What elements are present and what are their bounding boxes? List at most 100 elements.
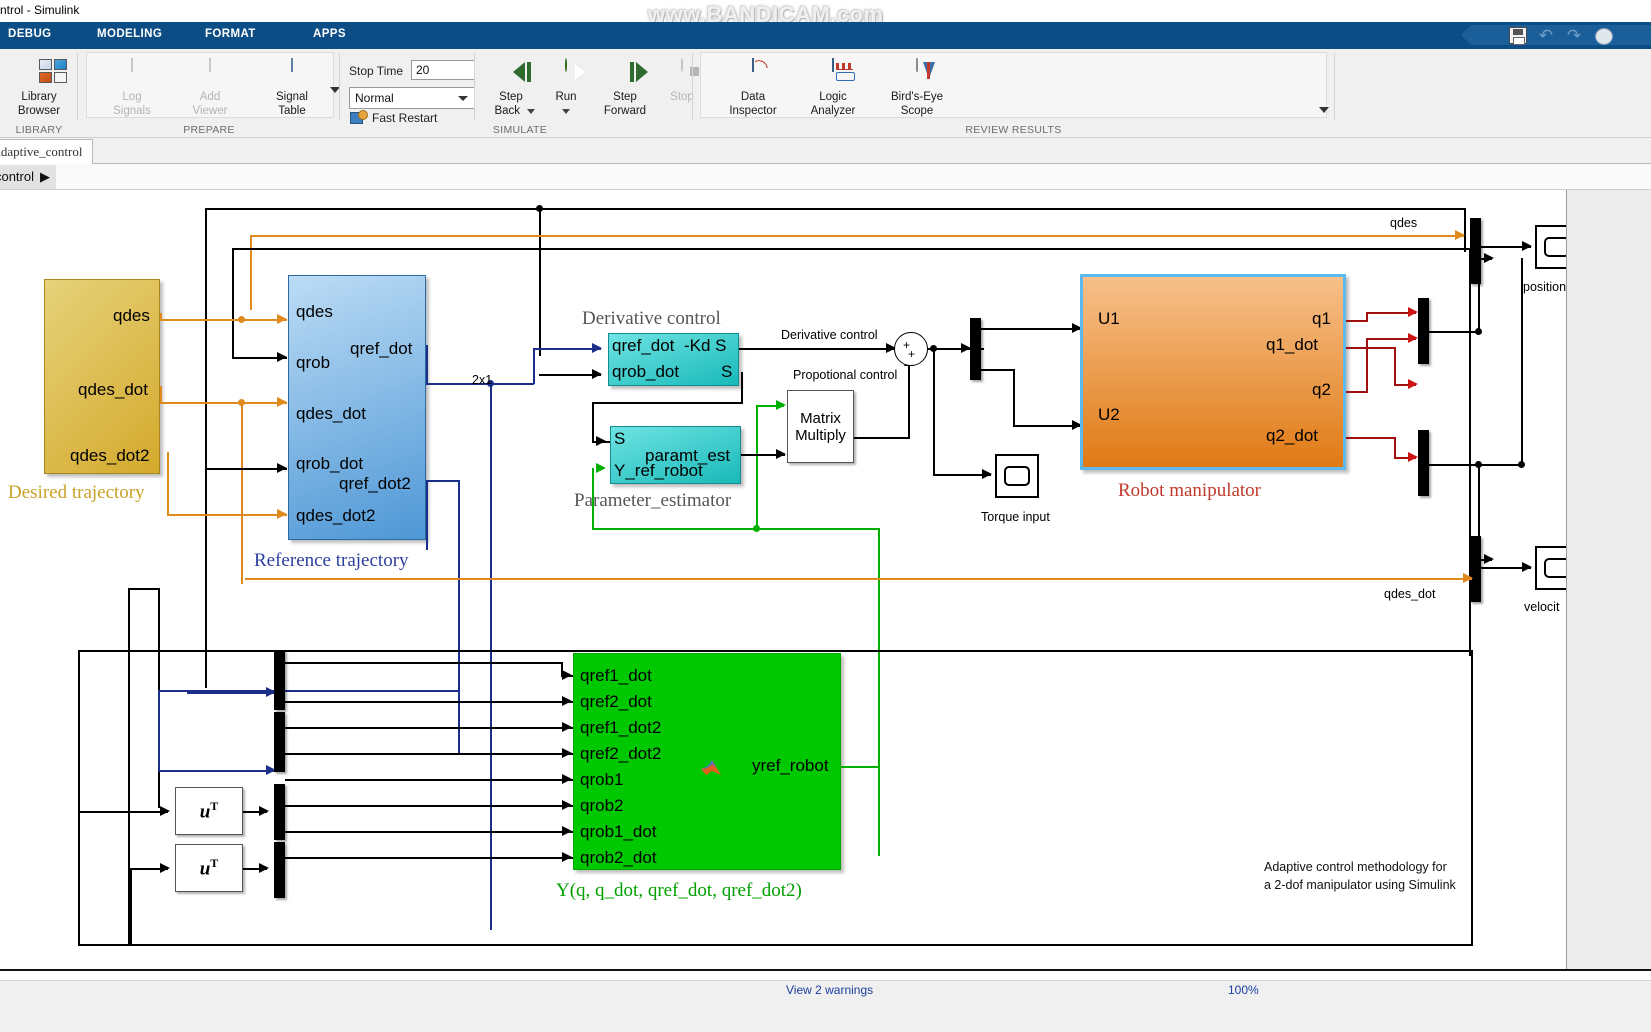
robot-out-q1-dot: q1_dot (1266, 335, 1318, 354)
ribbon-group-prepare: Log Signals Add Viewer Signal Table PREP… (78, 49, 340, 138)
ribbon-group-label-library: LIBRARY (15, 124, 63, 136)
transpose-block-2[interactable]: uT (175, 844, 243, 892)
mux-velocity[interactable] (1418, 430, 1429, 496)
transpose-block-1[interactable]: uT (175, 787, 243, 835)
fast-restart-label[interactable]: Fast Restart (372, 111, 437, 125)
ribbon-group-label-prepare: PREPARE (183, 124, 235, 136)
transpose-sup-1: T (210, 798, 219, 813)
bottom-mux-3[interactable] (274, 784, 285, 840)
label-2x1: 2x1 (472, 373, 493, 387)
transpose-sup-2: T (210, 855, 219, 870)
wire-bottom-bus-top (78, 650, 1472, 652)
status-bar: View 2 warnings 100% (0, 969, 1651, 1032)
robot-out-q1: q1 (1312, 309, 1331, 328)
transpose-label-2: u (199, 858, 211, 880)
tab-apps[interactable]: APPS (313, 28, 346, 40)
bottom-mux-2[interactable] (274, 712, 285, 772)
tab-format[interactable]: FORMAT (205, 28, 256, 40)
save-icon[interactable] (1509, 27, 1527, 45)
arrow-y-in-2 (562, 696, 572, 706)
ribbon-expand-icon[interactable] (1319, 107, 1329, 113)
step-back-label-2: Back (494, 105, 521, 117)
arrow-torque-scope (982, 469, 992, 479)
arrow-y-in-3 (562, 722, 572, 732)
log-signals-icon (118, 58, 146, 87)
arrow-y-in-6 (562, 800, 572, 810)
wire-qdes-to-ref (160, 319, 287, 321)
wire-top-feedback-left (205, 208, 207, 688)
view-warnings-link[interactable]: View 2 warnings (786, 983, 873, 997)
arrow-q2dot-mux (1408, 452, 1418, 462)
arrow-qdes-mux (1455, 230, 1465, 240)
model-tab-strip: t_adaptive_control (0, 138, 1651, 164)
model-tab[interactable]: t_adaptive_control (0, 139, 94, 164)
mux-position[interactable] (1418, 298, 1429, 364)
zoom-level[interactable]: 100% (1228, 983, 1259, 997)
deriv-out-s: S (721, 362, 733, 381)
sum-block[interactable]: + + (894, 332, 928, 366)
arrow-y-in-7 (562, 826, 572, 836)
birds-eye-label-2: Scope (900, 105, 934, 117)
chevron-down-icon (458, 96, 468, 101)
wire-qdes-long (250, 235, 1464, 237)
port-qdes-dot2-out: qdes_dot2 (70, 446, 150, 465)
add-viewer-label-2: Viewer (192, 105, 228, 117)
matlab-icon (700, 758, 722, 777)
arrow-q2-mux (1408, 333, 1418, 343)
bottom-mux-1[interactable] (274, 650, 285, 710)
estimator-in-s: S (614, 429, 626, 448)
redo-icon[interactable]: ↷ (1565, 27, 1583, 44)
wire-qref-dot2-to-mux (158, 770, 274, 772)
annotation-line-1: Adaptive control methodology for (1264, 860, 1447, 874)
wire-qdes-drop (250, 235, 252, 310)
wire-qdes-dot-to-ref (160, 402, 287, 404)
wire-yref-to-estimator (592, 528, 880, 530)
label-position: position (1523, 280, 1567, 294)
birds-eye-label-1: Bird's-Eye (890, 91, 944, 103)
stop-time-input[interactable] (411, 60, 475, 80)
library-browser-icon (25, 59, 67, 87)
annotation-line-2: a 2-dof manipulator using Simulink (1264, 878, 1456, 892)
demux-torque[interactable] (970, 318, 981, 380)
y-in-qrob2-dot: qrob2_dot (580, 848, 657, 867)
breadcrumb[interactable]: ve_control ▶ (0, 165, 56, 189)
robot-manipulator-caption: Robot manipulator (1118, 480, 1262, 501)
ribbon: Library Browser LIBRARY Log Signals Add … (0, 49, 1651, 138)
run-caret-icon[interactable] (562, 109, 570, 114)
ribbon-group-label-review: REVIEW RESULTS (965, 124, 1062, 136)
stop-time-label: Stop Time (349, 64, 404, 78)
wire-qref-dot-to-deriv (533, 348, 601, 350)
library-browser-label-2: Browser (17, 105, 61, 117)
robot-in-u2: U2 (1098, 405, 1120, 424)
port-qdes-dot-out: qdes_dot (78, 380, 148, 399)
tab-modeling[interactable]: MODELING (97, 28, 162, 40)
matrix-multiply-line1: Matrix (800, 409, 841, 427)
matrix-multiply-block[interactable]: Matrix Multiply (787, 390, 854, 463)
arrow-velocity-scope (1522, 562, 1532, 572)
log-signals-label-2: Signals (113, 105, 151, 117)
wire-yref-up (756, 405, 758, 530)
breadcrumb-arrow-icon: ▶ (39, 169, 50, 184)
arrow-estimator-s (596, 436, 606, 446)
step-forward-label-2: Forward (603, 105, 647, 117)
wire-qrob-feedback-left (232, 248, 234, 358)
simulation-mode-select[interactable]: Normal (349, 87, 475, 109)
run-label: Run (555, 91, 577, 103)
y-in-qref2-dot: qref2_dot (580, 692, 652, 711)
y-in-qrob1: qrob1 (580, 770, 624, 789)
sum-plus-2: + (908, 347, 916, 361)
step-back-label-1: Step (499, 91, 523, 103)
model-canvas[interactable]: qdes qdes qdes_dot qdes_dot2 Desired tra… (0, 190, 1651, 969)
label-qdes-dot: qdes_dot (1384, 587, 1436, 601)
undo-icon[interactable]: ↶ (1537, 27, 1555, 44)
bottom-mux-4[interactable] (274, 842, 285, 898)
fast-restart-icon (350, 110, 368, 124)
step-back-caret-icon[interactable] (527, 109, 535, 114)
wire-u2 (1013, 425, 1080, 427)
step-forward-label-1: Step (613, 91, 637, 103)
arrow-deriv-qrob-dot (592, 369, 602, 379)
stop-label: Stop (670, 91, 694, 103)
torque-input-scope[interactable] (995, 454, 1039, 498)
tab-debug[interactable]: DEBUG (8, 28, 52, 40)
help-icon[interactable] (1595, 28, 1613, 45)
